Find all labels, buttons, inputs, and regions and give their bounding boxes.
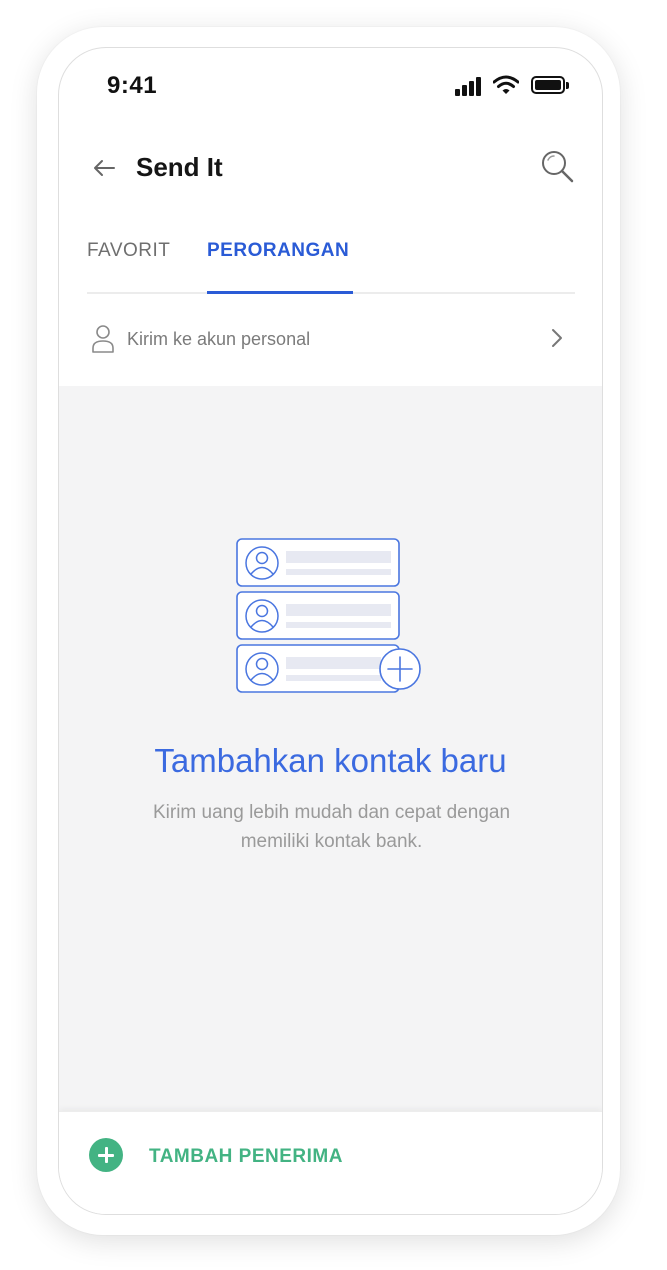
plus-circle-icon <box>89 1138 123 1172</box>
status-bar: 9:41 <box>59 48 602 128</box>
arrow-left-icon[interactable] <box>89 153 119 183</box>
battery-icon <box>531 76 569 94</box>
status-time: 9:41 <box>107 72 158 99</box>
add-recipient-label: TAMBAH PENERIMA <box>149 1146 343 1167</box>
cellular-signal-icon <box>455 76 483 96</box>
tab-perorangan[interactable]: PERORANGAN <box>207 240 349 294</box>
wifi-icon <box>493 75 519 94</box>
search-icon[interactable] <box>539 148 575 184</box>
contact-list-illustration <box>236 538 421 693</box>
bottom-action-bar: TAMBAH PENERIMA <box>59 1111 602 1214</box>
tab-favorit[interactable]: FAVORIT <box>87 240 170 294</box>
person-icon <box>92 325 114 353</box>
page-title: Send It <box>136 152 223 182</box>
add-recipient-button[interactable]: TAMBAH PENERIMA <box>89 1138 389 1174</box>
app-screen: 9:41 Send It FAVORIT PERORANGAN Kirim ke… <box>58 47 603 1215</box>
tab-bar: FAVORIT PERORANGAN <box>87 224 575 294</box>
empty-state-title: Tambahkan kontak baru <box>154 742 507 779</box>
chevron-right-icon <box>552 329 562 347</box>
active-tab-indicator <box>207 291 353 294</box>
app-header: Send It <box>59 138 602 198</box>
send-to-personal-row[interactable]: Kirim ke akun personal <box>59 296 602 386</box>
empty-state: Tambahkan kontak baru Kirim uang lebih m… <box>59 386 602 1112</box>
empty-state-description: Kirim uang lebih mudah dan cepat dengan … <box>152 802 511 852</box>
personal-row-label: Kirim ke akun personal <box>127 329 311 349</box>
